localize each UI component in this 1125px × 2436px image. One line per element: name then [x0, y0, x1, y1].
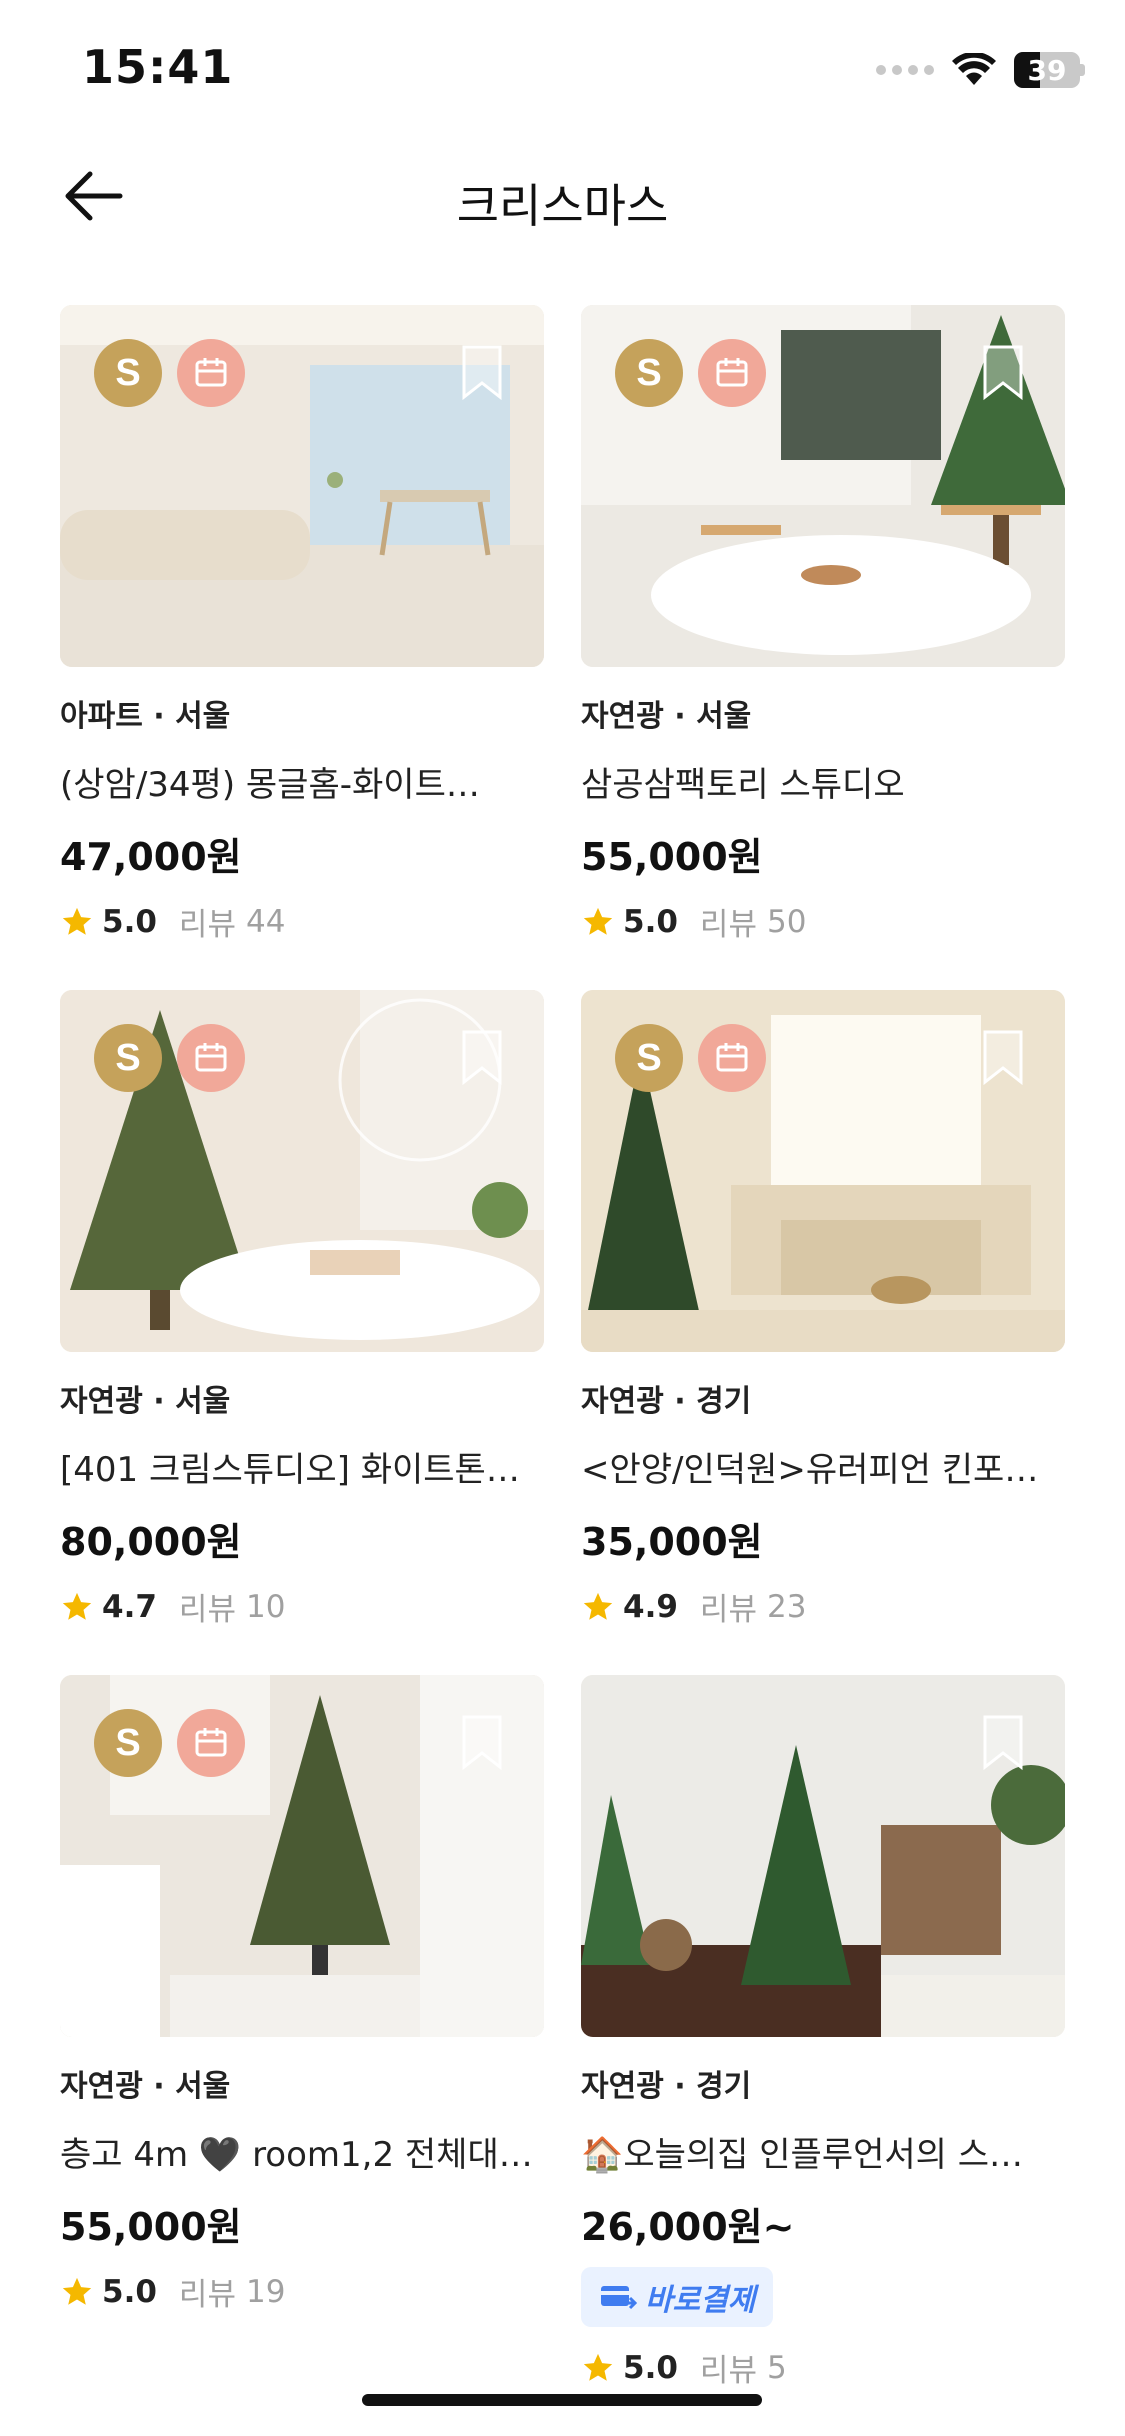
rating-value: 4.9 — [623, 1588, 678, 1625]
listing-price: 26,000원~ — [581, 2205, 795, 2249]
super-host-badge: S — [94, 1709, 162, 1777]
listing-rating: 5.0 리뷰 50 — [581, 899, 1065, 944]
listing-rating: 5.0 리뷰 19 — [60, 2269, 544, 2314]
star-icon — [62, 907, 92, 935]
review-label: 리뷰 — [699, 2353, 757, 2389]
rating-value: 5.0 — [102, 903, 157, 940]
rating-value: 4.7 — [102, 1588, 157, 1625]
calendar-icon — [177, 1709, 245, 1777]
listing-card[interactable]: S 자연광 · 경기 <안양/인덕원>유러피언 킨포… 35,000원 4.9 … — [581, 990, 1065, 1675]
listing-price: 55,000원 — [60, 2205, 242, 2249]
listing-card[interactable]: S 자연광 · 서울 [401 크림스튜디오] 화이트톤… 80,000원 4.… — [60, 990, 544, 1675]
listing-price: 55,000원 — [581, 835, 763, 879]
listing-price: 47,000원 — [60, 835, 242, 879]
review-count: 50 — [766, 903, 807, 940]
listing-meta: 자연광 · 경기 — [581, 2069, 752, 2104]
review-label: 리뷰 — [699, 907, 757, 943]
bookmark-icon[interactable] — [981, 343, 1025, 401]
listing-card[interactable]: 자연광 · 경기 🏠오늘의집 인플루언서의 스… 26,000원~ 바로결제 5… — [581, 1675, 1065, 2389]
bookmark-icon[interactable] — [460, 1713, 504, 1771]
page-title: 크리스마스 — [456, 179, 669, 233]
star-icon — [583, 2353, 613, 2381]
star-icon — [583, 1592, 613, 1620]
listing-rating: 4.9 리뷰 23 — [581, 1584, 1065, 1629]
review-count: 23 — [766, 1588, 807, 1625]
super-host-badge: S — [94, 1024, 162, 1092]
super-host-badge: S — [94, 339, 162, 407]
rating-value: 5.0 — [623, 903, 678, 940]
listing-title[interactable]: 층고 4m 🖤 room1,2 전체대… — [60, 2127, 544, 2176]
calendar-icon — [698, 339, 766, 407]
listing-rating: 4.7 리뷰 10 — [60, 1584, 544, 1629]
listing-photo[interactable]: S — [581, 305, 1065, 667]
rating-value: 5.0 — [102, 2273, 157, 2310]
super-host-badge: S — [615, 339, 683, 407]
home-indicator[interactable] — [362, 2394, 762, 2406]
calendar-icon — [177, 339, 245, 407]
calendar-icon — [177, 1024, 245, 1092]
instant-pay-badge: 바로결제 — [581, 2267, 774, 2327]
instant-pay-label: 바로결제 — [645, 2283, 756, 2318]
star-icon — [583, 907, 613, 935]
rating-value: 5.0 — [623, 2349, 678, 2386]
nav-header: 크리스마스 — [0, 140, 1125, 250]
listing-photo[interactable]: S — [60, 305, 544, 667]
super-host-badge: S — [615, 1024, 683, 1092]
listing-rating: 5.0 리뷰 5 — [581, 2345, 1065, 2390]
bookmark-icon[interactable] — [460, 1028, 504, 1086]
bookmark-icon[interactable] — [981, 1713, 1025, 1771]
listing-meta: 자연광 · 경기 — [581, 1384, 752, 1419]
listing-title[interactable]: 삼공삼팩토리 스튜디오 — [581, 757, 1065, 806]
review-count: 10 — [245, 1588, 286, 1625]
listing-photo[interactable]: S — [60, 1675, 544, 2037]
battery-level: 39 — [1027, 53, 1067, 87]
status-icons: 39 — [876, 48, 1085, 92]
listing-price: 35,000원 — [581, 1520, 763, 1564]
listing-title[interactable]: [401 크림스튜디오] 화이트톤… — [60, 1442, 544, 1491]
battery-icon: 39 — [1014, 52, 1085, 88]
status-time: 15:41 — [82, 40, 234, 94]
card-icon — [601, 2286, 637, 2310]
listing-rating: 5.0 리뷰 44 — [60, 899, 544, 944]
listing-price: 80,000원 — [60, 1520, 242, 1564]
star-icon — [62, 1592, 92, 1620]
listing-title[interactable]: <안양/인덕원>유러피언 킨포… — [581, 1442, 1065, 1491]
cellular-signal-icon — [876, 65, 934, 75]
listing-photo[interactable]: S — [581, 990, 1065, 1352]
review-label: 리뷰 — [699, 1592, 757, 1628]
review-count: 19 — [245, 2273, 286, 2310]
listing-photo[interactable]: S — [60, 990, 544, 1352]
star-icon — [62, 2277, 92, 2305]
review-label: 리뷰 — [178, 907, 236, 943]
review-label: 리뷰 — [178, 2277, 236, 2313]
review-count: 5 — [766, 2349, 787, 2386]
listing-grid: S 아파트 · 서울 (상암/34평) 몽글홈-화이트… 47,000원 5.0… — [60, 305, 1065, 2389]
bookmark-icon[interactable] — [981, 1028, 1025, 1086]
listing-meta: 아파트 · 서울 — [60, 699, 231, 734]
listing-title[interactable]: (상암/34평) 몽글홈-화이트… — [60, 757, 544, 806]
listing-meta: 자연광 · 서울 — [60, 2069, 231, 2104]
listing-meta: 자연광 · 서울 — [60, 1384, 231, 1419]
listing-title[interactable]: 🏠오늘의집 인플루언서의 스… — [581, 2127, 1065, 2176]
listing-card[interactable]: S 자연광 · 서울 층고 4m 🖤 room1,2 전체대… 55,000원 … — [60, 1675, 544, 2360]
review-label: 리뷰 — [178, 1592, 236, 1628]
listing-card[interactable]: S 자연광 · 서울 삼공삼팩토리 스튜디오 55,000원 5.0 리뷰 50 — [581, 305, 1065, 990]
bookmark-icon[interactable] — [460, 343, 504, 401]
wifi-icon — [952, 53, 996, 85]
status-bar: 15:41 39 — [0, 0, 1125, 140]
review-count: 44 — [245, 903, 286, 940]
listing-photo[interactable] — [581, 1675, 1065, 2037]
calendar-icon — [698, 1024, 766, 1092]
listing-meta: 자연광 · 서울 — [581, 699, 752, 734]
listing-card[interactable]: S 아파트 · 서울 (상암/34평) 몽글홈-화이트… 47,000원 5.0… — [60, 305, 544, 990]
